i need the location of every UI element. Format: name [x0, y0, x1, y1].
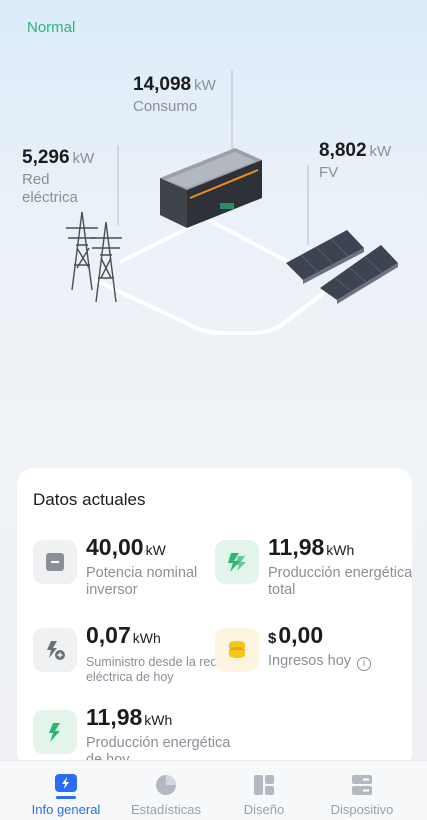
today-production-value: 11,98: [86, 704, 143, 730]
nominal-power-value: 40,00: [86, 534, 144, 560]
flow-path-building: [204, 216, 301, 270]
overview-icon: [55, 774, 77, 792]
today-production-unit: kWh: [144, 712, 173, 728]
tab-label-info-general: Info general: [31, 802, 101, 817]
grid-metric: 5,296 kW Red eléctrica: [22, 147, 94, 207]
pie-chart-icon: [156, 775, 176, 795]
tab-dispositivo[interactable]: Dispositivo: [309, 761, 415, 820]
income-value: 0,00: [278, 622, 324, 648]
building-icon: [160, 148, 262, 228]
pv-label: FV: [319, 164, 339, 181]
inverter-icon: [33, 540, 77, 584]
pv-value: 8,802: [319, 140, 367, 161]
pv-unit: kW: [369, 143, 392, 160]
energy-total-icon: [215, 540, 259, 584]
coins-icon: [215, 628, 259, 672]
bottom-tab-bar: Info general Estadísticas Diseño Disposi…: [0, 760, 427, 820]
tab-info-general[interactable]: Info general: [13, 761, 119, 820]
info-icon[interactable]: i: [357, 657, 372, 671]
flow-path-grid: [94, 278, 327, 335]
solar-panel-icon: [286, 230, 398, 304]
grid-supply-unit: kWh: [132, 630, 161, 646]
grid-supply-icon: [33, 628, 77, 672]
tab-label-diseno: Diseño: [243, 802, 285, 817]
energy-today-icon: [33, 710, 77, 754]
grid-supply-value: 0,07: [86, 622, 131, 648]
grid-label-line1: Red: [22, 171, 50, 188]
status-label: Normal: [27, 19, 76, 36]
tab-label-estadisticas: Estadísticas: [130, 802, 202, 817]
income-currency: $: [268, 630, 277, 647]
device-icon: [352, 775, 372, 795]
income-label: Ingresos hoy: [268, 653, 352, 669]
grid-supply-label: Suministro desde la red eléctrica de hoy: [86, 655, 218, 684]
nominal-power-label: Potencia nominal inversor: [86, 565, 198, 598]
layout-icon: [254, 775, 274, 795]
grid-unit: kW: [72, 150, 95, 167]
grid-label-line2: eléctrica: [22, 189, 78, 206]
current-data-card: Datos actuales 40,00 kW Potencia nominal …: [17, 468, 412, 768]
grid-value: 5,296: [22, 147, 70, 168]
consumption-unit: kW: [194, 77, 216, 94]
pv-metric: 8,802 kW FV: [319, 140, 391, 182]
nominal-power-unit: kW: [145, 542, 166, 558]
consumption-metric: 14,098 kW Consumo: [133, 74, 216, 116]
total-production-label: Producción energética total: [268, 565, 412, 598]
tab-diseno[interactable]: Diseño: [211, 761, 317, 820]
consumption-value: 14,098: [133, 74, 192, 95]
total-production-unit: kWh: [326, 542, 355, 558]
tab-estadisticas[interactable]: Estadísticas: [113, 761, 219, 820]
consumption-label: Consumo: [133, 98, 198, 115]
total-production-value: 11,98: [268, 534, 325, 560]
card-title: Datos actuales: [33, 490, 146, 509]
income-label-row: Ingresos hoy i: [268, 653, 412, 671]
tab-label-dispositivo: Dispositivo: [330, 802, 394, 817]
